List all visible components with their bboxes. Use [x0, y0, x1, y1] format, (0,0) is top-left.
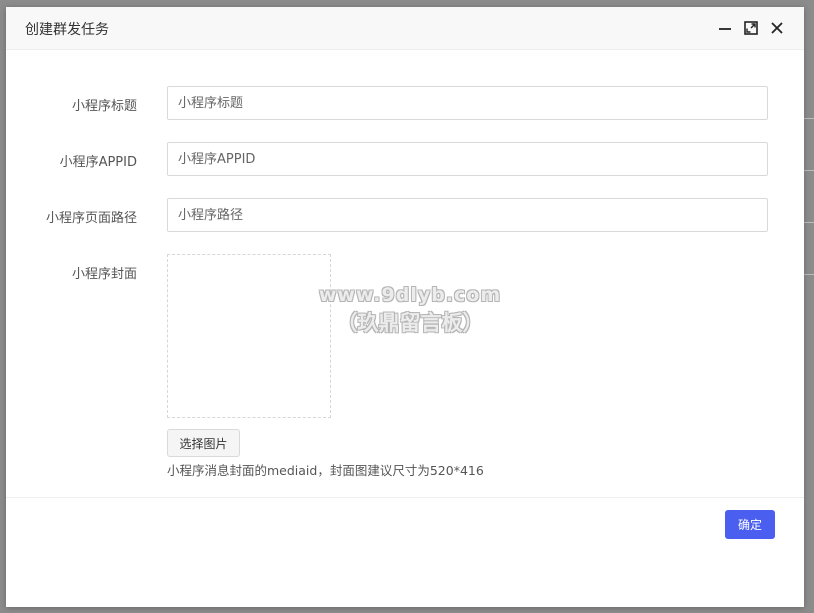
create-mass-task-dialog: 创建群发任务 小程序标题 小程序标题 小程序APPID 小程序APPID 小程序… [6, 7, 804, 607]
maximize-icon[interactable] [738, 19, 764, 37]
cover-label: 小程序封面 [71, 267, 137, 282]
minimize-icon[interactable] [712, 19, 738, 37]
dialog-title: 创建群发任务 [25, 22, 109, 38]
cover-hint-text: 小程序消息封面的mediaid，封面图建议尺寸为520*416 [167, 463, 484, 478]
path-label: 小程序页面路径 [45, 211, 137, 226]
close-icon[interactable] [764, 19, 790, 37]
title-input[interactable] [167, 86, 768, 120]
background-line [804, 118, 814, 119]
dialog-window-controls [712, 19, 790, 37]
background-line [804, 274, 814, 275]
dialog-header[interactable]: 创建群发任务 [6, 7, 804, 50]
watermark-url: www.9dlyb.com [318, 284, 502, 306]
appid-input[interactable] [167, 142, 768, 176]
title-label: 小程序标题 [71, 99, 137, 114]
path-input[interactable] [167, 198, 768, 232]
watermark: www.9dlyb.com （玖鼎留言板） [310, 281, 510, 337]
watermark-site-name: （玖鼎留言板） [336, 311, 484, 335]
appid-label: 小程序APPID [59, 155, 137, 170]
cover-image-preview[interactable] [167, 254, 331, 418]
background-line [804, 222, 814, 223]
background-line [804, 170, 814, 171]
footer-divider [6, 497, 804, 498]
choose-image-button[interactable]: 选择图片 [167, 429, 240, 457]
confirm-button[interactable]: 确定 [725, 510, 775, 539]
